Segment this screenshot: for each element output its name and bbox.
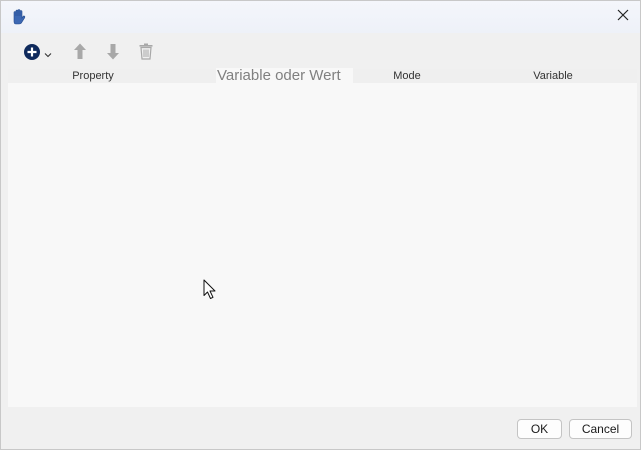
ok-button[interactable]: OK <box>517 419 562 439</box>
chevron-down-icon <box>44 45 52 63</box>
dialog-window: Property Variable oder Wert Mode Variabl… <box>0 0 641 450</box>
arrow-up-icon <box>73 43 87 65</box>
move-up-button[interactable] <box>70 43 90 65</box>
cancel-button[interactable]: Cancel <box>569 419 632 439</box>
delete-button[interactable] <box>136 43 156 65</box>
close-icon <box>617 8 629 26</box>
trash-icon <box>139 43 153 65</box>
hand-icon <box>12 9 26 25</box>
property-grid[interactable]: Property Variable oder Wert Mode Variabl… <box>8 68 637 407</box>
move-down-button[interactable] <box>103 43 123 65</box>
close-button[interactable] <box>610 5 636 29</box>
mouse-cursor-icon <box>203 279 217 301</box>
column-header-property[interactable]: Property <box>8 69 178 83</box>
column-header-variable[interactable]: Variable <box>478 69 628 83</box>
toolbar <box>8 39 637 69</box>
column-header-value[interactable]: Variable oder Wert <box>216 68 353 84</box>
plus-circle-icon <box>23 43 41 66</box>
title-bar[interactable] <box>1 1 640 33</box>
column-header-mode[interactable]: Mode <box>352 69 462 83</box>
grid-header: Property Variable oder Wert Mode Variabl… <box>8 68 637 84</box>
arrow-down-icon <box>106 43 120 65</box>
add-button[interactable] <box>20 43 54 65</box>
